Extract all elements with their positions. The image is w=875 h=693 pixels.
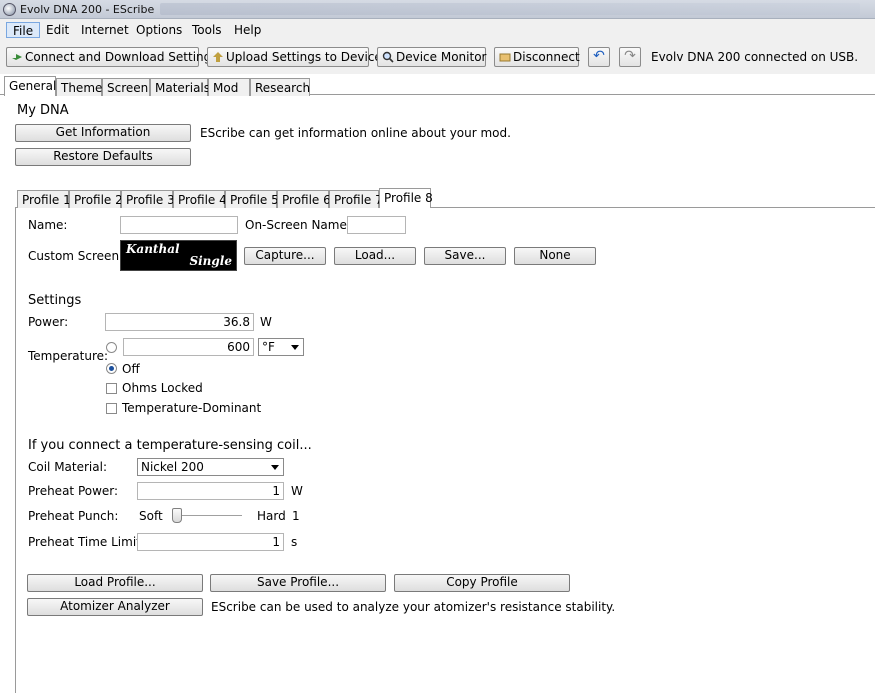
- get-information-description: EScribe can get information online about…: [200, 126, 511, 140]
- upload-settings-label: Upload Settings to Device: [226, 50, 382, 64]
- restore-defaults-button[interactable]: Restore Defaults: [15, 148, 191, 166]
- tab-research[interactable]: Research: [250, 78, 310, 96]
- preheat-time-input[interactable]: 1: [137, 533, 284, 551]
- temperature-input[interactable]: 600: [123, 338, 254, 356]
- tab-mod[interactable]: Mod: [208, 78, 250, 96]
- temperature-off-radio[interactable]: [106, 363, 117, 374]
- device-monitor-button[interactable]: Device Monitor: [377, 47, 486, 67]
- coil-material-value: Nickel 200: [141, 460, 204, 474]
- preheat-time-label: Preheat Time Limit:: [28, 535, 145, 549]
- app-icon: [3, 3, 16, 16]
- background-browser-tabs: [160, 3, 860, 15]
- menu-file[interactable]: File: [6, 22, 41, 38]
- atomizer-analyzer-button[interactable]: Atomizer Analyzer: [27, 598, 203, 616]
- magnifier-icon: [382, 51, 394, 63]
- power-unit: W: [260, 315, 272, 329]
- power-label: Power:: [28, 315, 69, 329]
- temperature-unit-value: °F: [262, 340, 275, 354]
- tab-profile-7[interactable]: Profile 7: [329, 190, 383, 208]
- save-screen-button[interactable]: Save...: [424, 247, 506, 265]
- coil-material-label: Coil Material:: [28, 460, 107, 474]
- disconnect-icon: [499, 51, 511, 63]
- connect-icon: [11, 51, 23, 63]
- profile-panel-border: [15, 207, 16, 693]
- atomizer-analyzer-description: EScribe can be used to analyze your atom…: [211, 600, 616, 614]
- preheat-punch-soft-label: Soft: [139, 509, 163, 523]
- preheat-punch-label: Preheat Punch:: [28, 509, 119, 523]
- copy-profile-button[interactable]: Copy Profile: [394, 574, 570, 592]
- menu-tools[interactable]: Tools: [186, 22, 228, 38]
- onscreen-name-label: On-Screen Name:: [245, 218, 351, 232]
- settings-heading: Settings: [28, 293, 82, 308]
- preheat-power-input[interactable]: 1: [137, 482, 284, 500]
- menu-internet[interactable]: Internet: [75, 22, 135, 38]
- preheat-punch-hard-label: Hard: [257, 509, 286, 523]
- name-label: Name:: [28, 218, 68, 232]
- disconnect-label: Disconnect: [513, 50, 580, 64]
- upload-icon: [212, 51, 224, 63]
- tab-screen[interactable]: Screen: [102, 78, 150, 96]
- tab-profile-1[interactable]: Profile 1: [17, 190, 71, 208]
- title-bar: Evolv DNA 200 - EScribe: [0, 0, 875, 19]
- tab-theme[interactable]: Theme: [56, 78, 102, 96]
- tab-general[interactable]: General: [4, 76, 56, 96]
- temperature-off-label: Off: [122, 362, 140, 376]
- menu-options[interactable]: Options: [130, 22, 188, 38]
- preheat-punch-track: [172, 515, 242, 517]
- tab-profile-2[interactable]: Profile 2: [69, 190, 123, 208]
- ohms-locked-label: Ohms Locked: [122, 381, 203, 395]
- tab-profile-6[interactable]: Profile 6: [277, 190, 331, 208]
- screen-preview-line2: Single: [189, 254, 232, 268]
- connect-download-button[interactable]: Connect and Download Settings: [6, 47, 218, 67]
- tab-profile-3[interactable]: Profile 3: [121, 190, 175, 208]
- upload-settings-button[interactable]: Upload Settings to Device: [207, 47, 382, 67]
- preheat-punch-value: 1: [292, 509, 300, 523]
- coil-material-select[interactable]: Nickel 200: [137, 458, 284, 476]
- temperature-label: Temperature:: [28, 349, 109, 363]
- capture-button[interactable]: Capture...: [244, 247, 326, 265]
- menu-edit[interactable]: Edit: [40, 22, 75, 38]
- custom-screen-preview: Kanthal Single: [120, 240, 237, 271]
- tab-profile-8[interactable]: Profile 8: [379, 188, 433, 208]
- chevron-down-icon: [271, 465, 279, 470]
- onscreen-name-input[interactable]: [347, 216, 406, 234]
- my-dna-heading: My DNA: [17, 103, 69, 118]
- coil-heading: If you connect a temperature-sensing coi…: [28, 438, 312, 453]
- load-profile-button[interactable]: Load Profile...: [27, 574, 203, 592]
- temperature-dominant-checkbox[interactable]: [106, 403, 117, 414]
- name-input[interactable]: [120, 216, 238, 234]
- save-profile-button[interactable]: Save Profile...: [210, 574, 386, 592]
- power-input[interactable]: 36.8: [105, 313, 254, 331]
- preheat-punch-slider[interactable]: [172, 508, 182, 523]
- menu-help[interactable]: Help: [228, 22, 267, 38]
- screen-preview-line1: Kanthal: [126, 242, 180, 256]
- menu-bar: File Edit Internet Options Tools Help: [0, 19, 875, 41]
- preheat-power-unit: W: [291, 484, 303, 498]
- tab-materials[interactable]: Materials: [150, 78, 210, 96]
- window-title: Evolv DNA 200 - EScribe: [20, 3, 155, 16]
- connect-download-label: Connect and Download Settings: [25, 50, 218, 64]
- load-screen-button[interactable]: Load...: [334, 247, 416, 265]
- undo-icon[interactable]: ↶: [588, 47, 610, 67]
- disconnect-button[interactable]: Disconnect: [494, 47, 580, 67]
- tab-profile-5[interactable]: Profile 5: [225, 190, 279, 208]
- redo-icon[interactable]: ↷: [619, 47, 641, 67]
- tab-profile-4[interactable]: Profile 4: [173, 190, 227, 208]
- connection-status: Evolv DNA 200 connected on USB.: [651, 50, 859, 64]
- temperature-unit-select[interactable]: °F: [258, 338, 304, 356]
- device-monitor-label: Device Monitor: [396, 50, 487, 64]
- chevron-down-icon: [291, 345, 299, 350]
- get-information-button[interactable]: Get Information: [15, 124, 191, 142]
- temperature-dominant-label: Temperature-Dominant: [122, 401, 262, 415]
- preheat-power-label: Preheat Power:: [28, 484, 119, 498]
- temperature-radio[interactable]: [106, 342, 117, 353]
- ohms-locked-checkbox[interactable]: [106, 383, 117, 394]
- none-screen-button[interactable]: None: [514, 247, 596, 265]
- preheat-time-unit: s: [291, 535, 298, 549]
- custom-screen-label: Custom Screen:: [28, 249, 124, 263]
